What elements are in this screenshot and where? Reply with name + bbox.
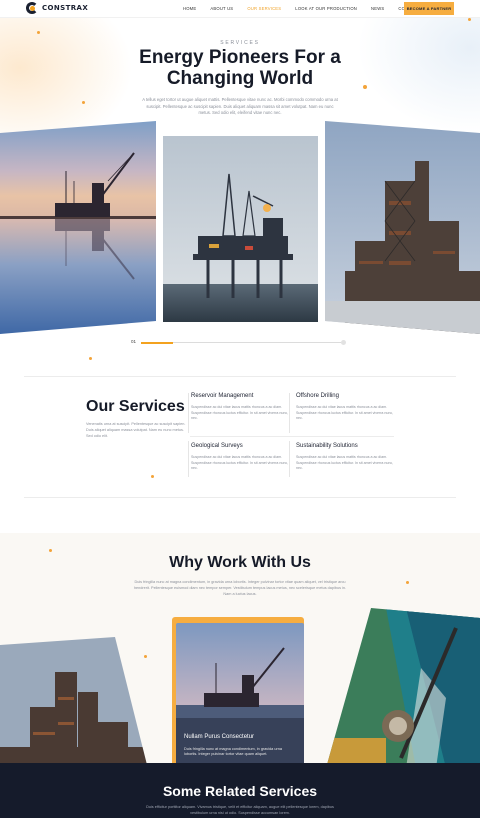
sparkle-decoration <box>406 581 409 584</box>
logo[interactable]: CONSTRAX <box>25 1 88 15</box>
service-description: Suspendisse ac dui vitae lacus mattis rh… <box>191 455 289 471</box>
featured-card-description: Duis fringilla nunc at magna condimentum… <box>184 746 282 757</box>
slider-track[interactable] <box>141 341 341 344</box>
section-divider <box>24 376 456 377</box>
related-title: Some Related Services <box>162 783 318 799</box>
section-divider <box>24 497 456 498</box>
logo-icon <box>25 1 39 15</box>
sparkle-decoration <box>144 655 147 658</box>
nav-home[interactable]: HOME <box>183 6 196 11</box>
slider-progress <box>141 341 173 344</box>
logo-text: CONSTRAX <box>42 4 89 12</box>
sparkle-decoration <box>82 101 85 104</box>
hero-eyebrow: SERVICES <box>220 40 260 46</box>
hero-description: A tellus eget tortor ut augue aliquet ma… <box>142 97 338 116</box>
why-card-featured[interactable]: Nullam Purus Consectetur Duis fringilla … <box>176 623 304 768</box>
main-nav: HOME ABOUT US OUR SERVICES LOOK AT OUR P… <box>183 6 420 11</box>
service-description: Suspendisse ac dui vitae lacus mattis rh… <box>296 405 394 421</box>
nav-about-us[interactable]: ABOUT US <box>210 6 233 11</box>
sparkle-decoration <box>468 18 471 21</box>
nav-our-services[interactable]: OUR SERVICES <box>247 6 281 11</box>
service-description: Suspendisse ac dui vitae lacus mattis rh… <box>296 455 394 471</box>
service-card[interactable]: Geological Surveys Suspendisse ac dui vi… <box>191 443 291 472</box>
featured-card-title: Nullam Purus Consectetur <box>184 734 255 740</box>
nav-production[interactable]: LOOK AT OUR PRODUCTION <box>295 6 357 11</box>
why-description: Duis fringilla nunc at magna condimentum… <box>133 580 347 596</box>
photo-refinery <box>325 121 480 334</box>
services-title: Our Services <box>86 398 185 415</box>
hero-title: Energy Pioneers For a Changing World <box>139 47 341 89</box>
service-title: Geological Surveys <box>191 443 243 449</box>
service-card[interactable]: Offshore Drilling Suspendisse ac dui vit… <box>296 393 396 422</box>
service-description: Suspendisse ac dui vitae lacus mattis rh… <box>191 405 289 421</box>
service-title: Reservoir Management <box>191 393 254 399</box>
sparkle-decoration <box>49 549 52 552</box>
photo-crane-water <box>0 121 156 334</box>
divider <box>190 436 394 437</box>
nav-news[interactable]: NEWS <box>371 6 384 11</box>
slider-next-dot[interactable] <box>341 340 346 345</box>
divider <box>188 393 189 433</box>
become-partner-button[interactable]: BECOME A PARTNER <box>404 2 454 15</box>
service-card[interactable]: Reservoir Management Suspendisse ac dui … <box>191 393 291 422</box>
hero-slider[interactable]: 01 <box>131 339 346 347</box>
site-header: CONSTRAX HOME ABOUT US OUR SERVICES LOOK… <box>0 0 480 18</box>
divider <box>188 441 189 477</box>
sparkle-decoration <box>151 475 154 478</box>
photo-offshore-rig <box>163 136 318 322</box>
service-card[interactable]: Sustainability Solutions Suspendisse ac … <box>296 443 396 472</box>
related-description: Duis efficitur porttitor aliquam. Vivamu… <box>146 805 334 815</box>
slider-current-number: 01 <box>131 339 137 344</box>
sparkle-decoration <box>89 357 92 360</box>
why-title: Why Work With Us <box>169 554 311 571</box>
sparkle-decoration <box>37 31 40 34</box>
service-title: Offshore Drilling <box>296 393 339 399</box>
services-description: Venenatis urna at suscipit. Pellentesque… <box>86 422 186 438</box>
service-title: Sustainability Solutions <box>296 443 358 449</box>
